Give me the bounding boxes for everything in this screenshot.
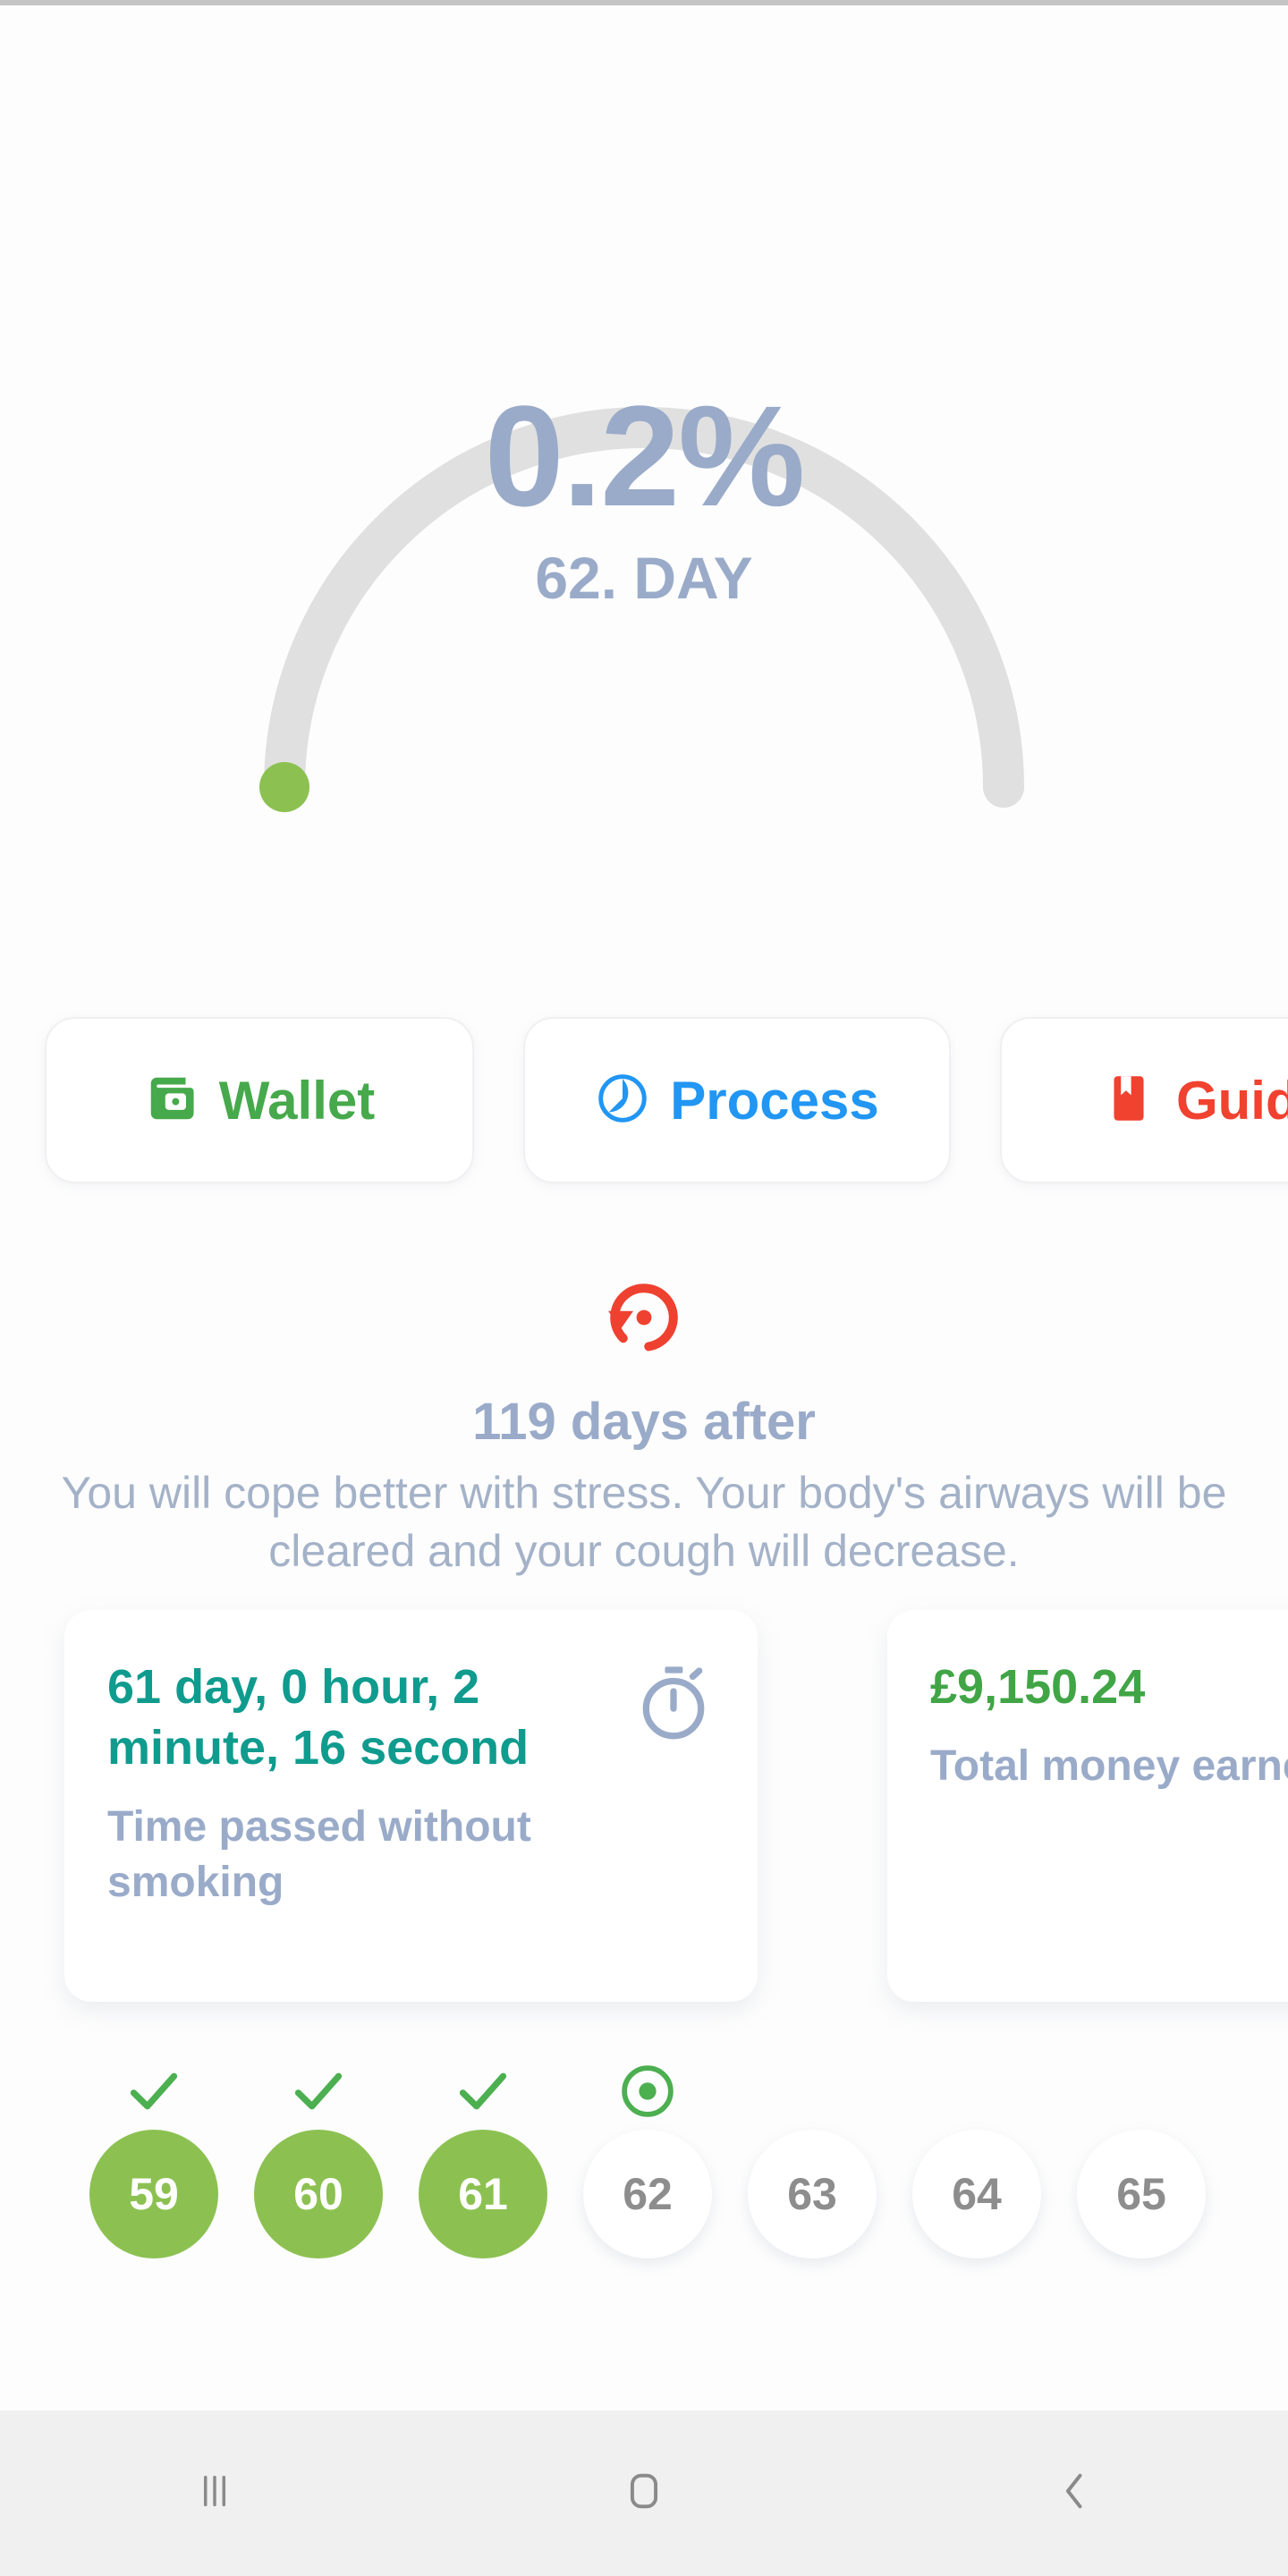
day-slot[interactable]: 60: [236, 2053, 401, 2276]
money-earned-card[interactable]: £9,150.24 Total money earned: [887, 1610, 1288, 2002]
wallet-icon: [144, 1071, 199, 1131]
stopwatch-icon: [632, 1662, 715, 1749]
day-number: 60: [254, 2130, 383, 2258]
day-slot-current[interactable]: 62: [565, 2053, 730, 2276]
gauge-arc-svg: [259, 407, 1024, 812]
gauge-track-arc: [264, 407, 1024, 808]
wallet-button-label: Wallet: [218, 1070, 376, 1131]
process-button-label: Process: [670, 1070, 879, 1131]
money-earned-value: £9,150.24: [930, 1660, 1146, 1714]
check-icon: [286, 2053, 351, 2130]
day-streak-strip: 59 60 61 62 63 64 65: [72, 2053, 1288, 2276]
restore-clockwise-icon: [601, 1275, 687, 1365]
day-slot[interactable]: 61: [401, 2053, 565, 2276]
day-slot[interactable]: 64: [894, 2053, 1059, 2276]
home-icon: [619, 2466, 669, 2521]
pie-clock-icon: [595, 1071, 650, 1131]
day-number: 63: [748, 2130, 877, 2258]
guide-button-label: Guide: [1175, 1070, 1288, 1131]
check-icon: [122, 2053, 186, 2130]
day-slot[interactable]: 65: [1059, 2053, 1224, 2276]
app-screen: 0.2% 62. DAY Wallet Process Guid 119 day…: [0, 0, 1288, 2576]
guide-button[interactable]: Guide: [1000, 1017, 1288, 1183]
check-icon: [451, 2053, 515, 2130]
android-navigation-bar: [0, 2411, 1288, 2576]
day-number: 65: [1077, 2130, 1206, 2258]
day-number: 61: [419, 2130, 547, 2258]
day-number: 62: [583, 2130, 712, 2258]
milestone-title: 119 days after: [472, 1393, 816, 1451]
process-button[interactable]: Process: [523, 1017, 951, 1183]
milestone-description: You will cope better with stress. Your b…: [61, 1468, 1227, 1576]
recents-icon: [190, 2466, 240, 2521]
recents-button[interactable]: [125, 2411, 304, 2576]
bookmark-icon: [1101, 1071, 1157, 1131]
day-slot[interactable]: 59: [72, 2053, 236, 2276]
day-number: 59: [89, 2130, 218, 2258]
quick-actions-row: Wallet Process Guide: [45, 1015, 1288, 1185]
day-slot[interactable]: 63: [730, 2053, 894, 2276]
time-passed-label: Time passed without smoking: [107, 1803, 531, 1906]
home-button[interactable]: [555, 2411, 733, 2576]
back-button[interactable]: [984, 2411, 1163, 2576]
progress-gauge: 0.2% 62. DAY: [0, 0, 1288, 912]
stat-cards-row: 61 day, 0 hour, 2 minute, 16 second Time…: [64, 1610, 1288, 2004]
time-passed-card[interactable]: 61 day, 0 hour, 2 minute, 16 second Time…: [64, 1610, 758, 2002]
back-chevron-icon: [1048, 2466, 1098, 2521]
milestone-section: 119 days after You will cope better with…: [0, 1275, 1288, 1580]
money-earned-label: Total money earned: [930, 1742, 1288, 1791]
time-passed-value: 61 day, 0 hour, 2 minute, 16 second: [107, 1660, 530, 1775]
gauge-progress-indicator-dot: [259, 762, 309, 812]
target-dot-icon: [618, 2053, 677, 2130]
wallet-button[interactable]: Wallet: [45, 1017, 474, 1183]
day-number: 64: [912, 2130, 1041, 2258]
